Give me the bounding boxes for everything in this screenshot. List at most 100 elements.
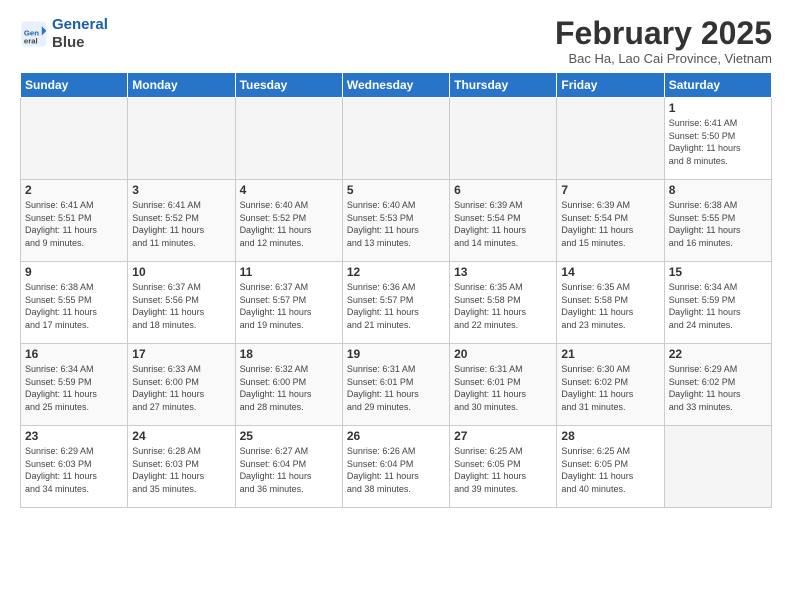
day-cell: 11Sunrise: 6:37 AM Sunset: 5:57 PM Dayli… <box>235 262 342 344</box>
day-cell: 25 Sunrise: 6:27 AM Sunset: 6:04 PM Dayli… <box>235 426 342 508</box>
day-cell <box>128 98 235 180</box>
day-number: 26 <box>347 429 445 443</box>
day-cell: 16 Sunrise: 6:34 AM Sunset: 5:59 PM Dayli… <box>21 344 128 426</box>
logo: Gen eral General Blue <box>20 16 108 52</box>
day-cell: 28 Sunrise: 6:25 AM Sunset: 6:05 PM Dayli… <box>557 426 664 508</box>
day-cell: 21 Sunrise: 6:30 AM Sunset: 6:02 PM Dayli… <box>557 344 664 426</box>
day-info: Sunrise: 6:40 AM Sunset: 5:52 PM Dayligh… <box>240 199 338 249</box>
day-number: 12 <box>347 265 445 279</box>
day-cell <box>450 98 557 180</box>
calendar-table: SundayMondayTuesdayWednesdayThursdayFrid… <box>20 72 772 508</box>
day-info: Sunrise: 6:33 AM Sunset: 6:00 PM Dayligh… <box>132 363 230 413</box>
day-cell <box>664 426 771 508</box>
day-cell: 26 Sunrise: 6:26 AM Sunset: 6:04 PM Dayli… <box>342 426 449 508</box>
day-info: Sunrise: 6:35 AM Sunset: 5:58 PM Dayligh… <box>561 281 659 331</box>
day-info: Sunrise: 6:30 AM Sunset: 6:02 PM Dayligh… <box>561 363 659 413</box>
day-number: 27 <box>454 429 552 443</box>
title-block: February 2025 Bac Ha, Lao Cai Province, … <box>555 16 772 66</box>
day-number: 17 <box>132 347 230 361</box>
header-row: SundayMondayTuesdayWednesdayThursdayFrid… <box>21 73 772 98</box>
header-cell-sunday: Sunday <box>21 73 128 98</box>
day-cell: 15 Sunrise: 6:34 AM Sunset: 5:59 PM Dayli… <box>664 262 771 344</box>
day-number: 9 <box>25 265 123 279</box>
day-cell: 3 Sunrise: 6:41 AM Sunset: 5:52 PM Daylig… <box>128 180 235 262</box>
month-title: February 2025 <box>555 16 772 51</box>
day-number: 22 <box>669 347 767 361</box>
header-cell-saturday: Saturday <box>664 73 771 98</box>
header-cell-tuesday: Tuesday <box>235 73 342 98</box>
logo-text: General Blue <box>52 16 108 52</box>
svg-text:eral: eral <box>24 36 38 45</box>
subtitle: Bac Ha, Lao Cai Province, Vietnam <box>555 51 772 66</box>
day-info: Sunrise: 6:26 AM Sunset: 6:04 PM Dayligh… <box>347 445 445 495</box>
week-row-1: 1Sunrise: 6:41 AM Sunset: 5:50 PM Daylig… <box>21 98 772 180</box>
day-number: 24 <box>132 429 230 443</box>
day-number: 28 <box>561 429 659 443</box>
day-number: 5 <box>347 183 445 197</box>
day-info: Sunrise: 6:27 AM Sunset: 6:04 PM Dayligh… <box>240 445 338 495</box>
day-number: 18 <box>240 347 338 361</box>
day-info: Sunrise: 6:31 AM Sunset: 6:01 PM Dayligh… <box>347 363 445 413</box>
day-number: 10 <box>132 265 230 279</box>
day-cell: 9Sunrise: 6:38 AM Sunset: 5:55 PM Daylig… <box>21 262 128 344</box>
day-number: 13 <box>454 265 552 279</box>
day-cell: 17 Sunrise: 6:33 AM Sunset: 6:00 PM Dayli… <box>128 344 235 426</box>
day-cell: 20 Sunrise: 6:31 AM Sunset: 6:01 PM Dayli… <box>450 344 557 426</box>
day-number: 6 <box>454 183 552 197</box>
day-cell: 2Sunrise: 6:41 AM Sunset: 5:51 PM Daylig… <box>21 180 128 262</box>
day-cell: 22 Sunrise: 6:29 AM Sunset: 6:02 PM Dayli… <box>664 344 771 426</box>
week-row-3: 9Sunrise: 6:38 AM Sunset: 5:55 PM Daylig… <box>21 262 772 344</box>
day-info: Sunrise: 6:31 AM Sunset: 6:01 PM Dayligh… <box>454 363 552 413</box>
day-number: 21 <box>561 347 659 361</box>
day-cell: 5Sunrise: 6:40 AM Sunset: 5:53 PM Daylig… <box>342 180 449 262</box>
week-row-4: 16 Sunrise: 6:34 AM Sunset: 5:59 PM Dayli… <box>21 344 772 426</box>
day-cell: 13 Sunrise: 6:35 AM Sunset: 5:58 PM Dayli… <box>450 262 557 344</box>
day-info: Sunrise: 6:25 AM Sunset: 6:05 PM Dayligh… <box>454 445 552 495</box>
day-cell: 23Sunrise: 6:29 AM Sunset: 6:03 PM Dayli… <box>21 426 128 508</box>
day-cell: 19 Sunrise: 6:31 AM Sunset: 6:01 PM Dayli… <box>342 344 449 426</box>
day-number: 15 <box>669 265 767 279</box>
day-info: Sunrise: 6:29 AM Sunset: 6:02 PM Dayligh… <box>669 363 767 413</box>
week-row-2: 2Sunrise: 6:41 AM Sunset: 5:51 PM Daylig… <box>21 180 772 262</box>
day-cell: 4 Sunrise: 6:40 AM Sunset: 5:52 PM Daylig… <box>235 180 342 262</box>
day-cell: 14 Sunrise: 6:35 AM Sunset: 5:58 PM Dayli… <box>557 262 664 344</box>
day-info: Sunrise: 6:35 AM Sunset: 5:58 PM Dayligh… <box>454 281 552 331</box>
header-cell-monday: Monday <box>128 73 235 98</box>
day-info: Sunrise: 6:38 AM Sunset: 5:55 PM Dayligh… <box>669 199 767 249</box>
day-cell <box>342 98 449 180</box>
day-number: 25 <box>240 429 338 443</box>
day-info: Sunrise: 6:34 AM Sunset: 5:59 PM Dayligh… <box>25 363 123 413</box>
day-info: Sunrise: 6:39 AM Sunset: 5:54 PM Dayligh… <box>454 199 552 249</box>
day-info: Sunrise: 6:34 AM Sunset: 5:59 PM Dayligh… <box>669 281 767 331</box>
logo-icon: Gen eral <box>20 20 48 48</box>
day-number: 19 <box>347 347 445 361</box>
header-cell-wednesday: Wednesday <box>342 73 449 98</box>
day-cell: 27 Sunrise: 6:25 AM Sunset: 6:05 PM Dayli… <box>450 426 557 508</box>
day-cell <box>235 98 342 180</box>
day-info: Sunrise: 6:41 AM Sunset: 5:52 PM Dayligh… <box>132 199 230 249</box>
day-cell: 12 Sunrise: 6:36 AM Sunset: 5:57 PM Dayli… <box>342 262 449 344</box>
day-cell: 18Sunrise: 6:32 AM Sunset: 6:00 PM Dayli… <box>235 344 342 426</box>
day-info: Sunrise: 6:41 AM Sunset: 5:50 PM Dayligh… <box>669 117 767 167</box>
day-number: 3 <box>132 183 230 197</box>
day-number: 14 <box>561 265 659 279</box>
day-number: 7 <box>561 183 659 197</box>
day-number: 2 <box>25 183 123 197</box>
day-number: 4 <box>240 183 338 197</box>
header-cell-thursday: Thursday <box>450 73 557 98</box>
day-cell: 24Sunrise: 6:28 AM Sunset: 6:03 PM Dayli… <box>128 426 235 508</box>
day-cell <box>557 98 664 180</box>
day-info: Sunrise: 6:36 AM Sunset: 5:57 PM Dayligh… <box>347 281 445 331</box>
day-number: 11 <box>240 265 338 279</box>
day-number: 16 <box>25 347 123 361</box>
day-cell: 8 Sunrise: 6:38 AM Sunset: 5:55 PM Daylig… <box>664 180 771 262</box>
header: Gen eral General Blue February 2025 Bac … <box>20 16 772 66</box>
day-cell <box>21 98 128 180</box>
day-info: Sunrise: 6:25 AM Sunset: 6:05 PM Dayligh… <box>561 445 659 495</box>
day-cell: 1Sunrise: 6:41 AM Sunset: 5:50 PM Daylig… <box>664 98 771 180</box>
day-number: 8 <box>669 183 767 197</box>
page: Gen eral General Blue February 2025 Bac … <box>0 0 792 518</box>
day-info: Sunrise: 6:37 AM Sunset: 5:56 PM Dayligh… <box>132 281 230 331</box>
day-cell: 10 Sunrise: 6:37 AM Sunset: 5:56 PM Dayli… <box>128 262 235 344</box>
day-number: 20 <box>454 347 552 361</box>
